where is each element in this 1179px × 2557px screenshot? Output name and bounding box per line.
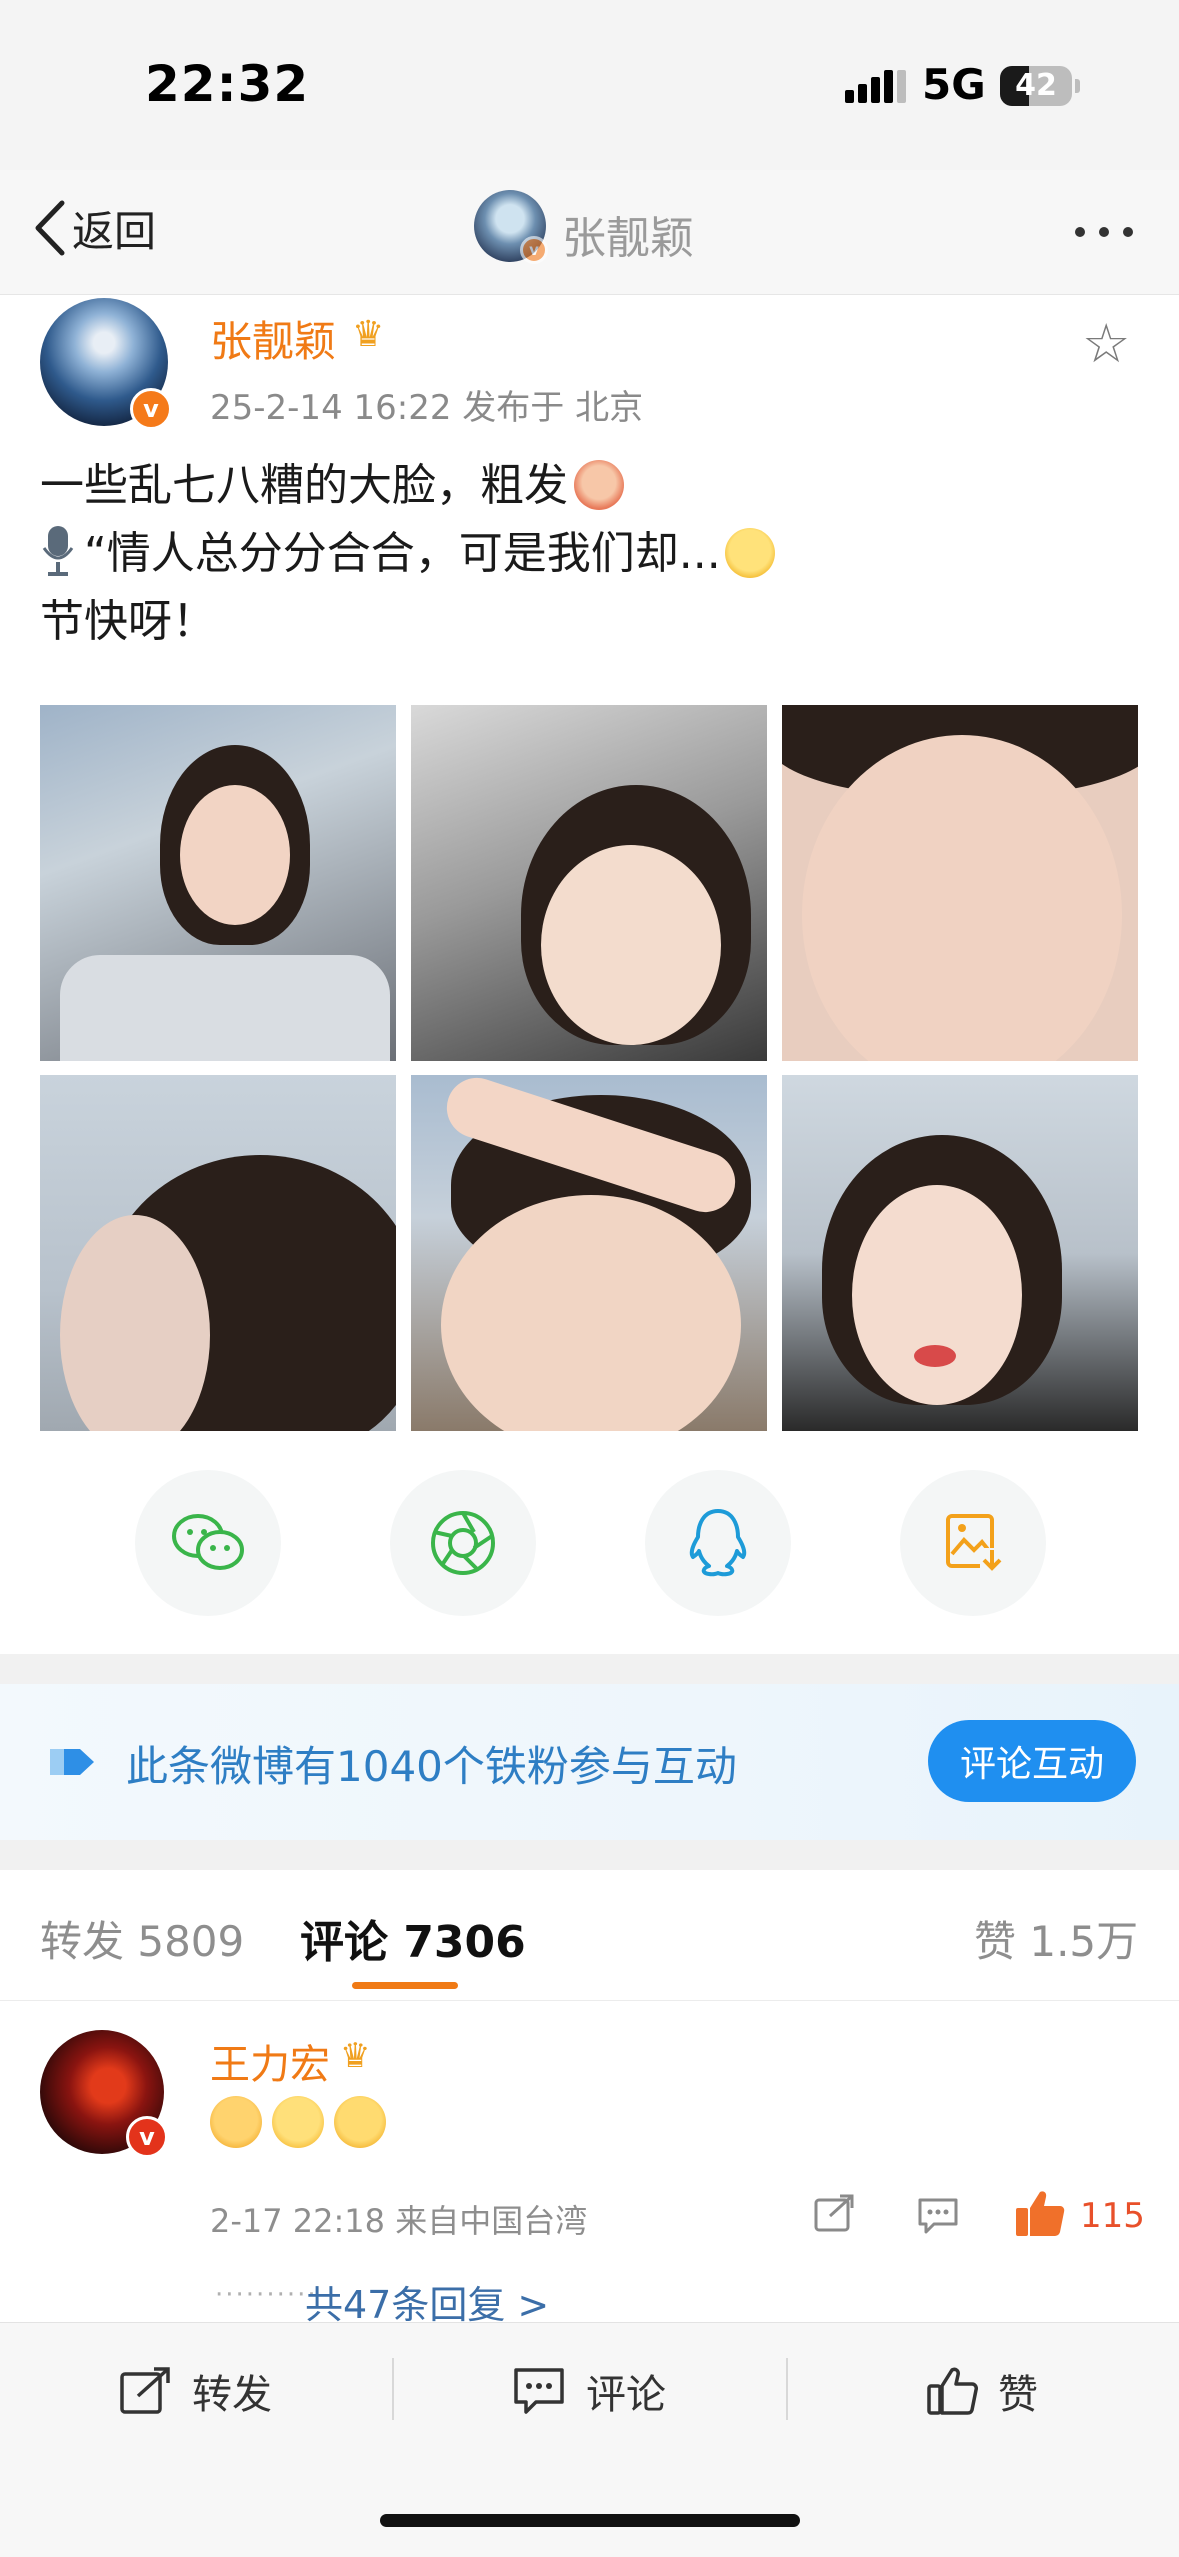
view-replies-link[interactable]: 共47条回复 > [305,2274,549,2329]
verified-badge-icon: v [520,236,548,264]
share-qq-button[interactable] [645,1470,791,1616]
network-type: 5G [922,60,986,109]
comment-interaction-button[interactable]: 评论互动 [928,1720,1136,1802]
repost-label: 转发 [192,2372,272,2418]
post-text-line: 一些乱七八糟的大脸，粗发 [40,460,568,511]
moments-icon [431,1511,495,1575]
repost-icon [120,2367,170,2414]
like-button[interactable]: 赞 [926,2356,1038,2426]
post-meta: 25-2-14 16:22 发布于 北京 [210,388,644,428]
photo-thumbnail[interactable] [782,1075,1138,1431]
play-arrow-icon [44,1745,104,1783]
chevron-left-icon [35,200,65,256]
photo-thumbnail[interactable] [411,1075,767,1431]
section-divider [0,1654,1179,1684]
commenter-name[interactable]: 王力宏 [210,2032,330,2090]
battery-tip [1075,79,1080,93]
more-icon[interactable] [1068,222,1140,241]
qq-icon [689,1509,747,1577]
comment-emojis [210,2096,386,2148]
back-label: 返回 [72,206,157,256]
home-indicator [380,2514,800,2527]
like-label: 赞 [998,2372,1038,2418]
divider [786,2358,788,2420]
photo-grid [40,705,1138,1431]
nav-avatar[interactable]: v [474,190,548,264]
nav-title[interactable]: 张靓颖 [562,202,694,266]
active-tab-indicator [352,1982,458,1989]
emoji-icon [210,2096,262,2148]
signal-icon [845,68,907,108]
banner-text: 此条微博有1040个铁粉参与互动 [126,1742,737,1791]
emoji-icon [272,2096,324,2148]
verified-badge-icon: v [130,388,172,430]
tab-like[interactable]: 赞 1.5万 [974,1908,1138,1969]
thumbs-up-icon[interactable] [1014,2188,1066,2242]
battery-icon: 42 [1000,66,1072,106]
tab-comment[interactable]: 评论 7306 [300,1906,526,1970]
emoji-icon [574,460,624,510]
share-row [0,1470,1179,1620]
photo-thumbnail[interactable] [782,705,1138,1061]
commenter-avatar[interactable]: v [40,2030,168,2158]
author-avatar[interactable]: v [40,298,172,430]
back-button[interactable]: 返回 [32,198,156,258]
comment-label: 评论 [586,2372,666,2418]
save-image-icon [946,1514,1002,1574]
tab-repost[interactable]: 转发 5809 [40,1908,244,1969]
wechat-icon [172,1514,244,1570]
repost-button[interactable]: 转发 [118,2356,272,2426]
verified-badge-icon: v [126,2116,168,2158]
comment-reply-icon[interactable] [916,2196,960,2240]
comment-meta: 2-17 22:18 来自中国台湾 [210,2202,588,2240]
crown-icon: ♛ [340,2036,371,2076]
thumbs-up-icon [927,2367,978,2415]
author-name[interactable]: 张靓颖 [210,308,336,369]
divider [392,2358,394,2420]
comment-icon [514,2368,564,2414]
comment-share-icon[interactable] [812,2194,856,2238]
section-divider [0,1840,1179,1870]
crown-icon: ♛ [352,314,385,355]
microphone-icon [40,524,76,576]
status-time: 22:32 [145,55,310,113]
comment-like-count: 115 [1080,2196,1145,2236]
photo-thumbnail[interactable] [40,705,396,1061]
share-moments-button[interactable] [390,1470,536,1616]
post-text-line: “情人总分分合合，可是我们却... [84,528,721,579]
photo-thumbnail[interactable] [411,705,767,1061]
save-image-button[interactable] [900,1470,1046,1616]
emoji-icon [334,2096,386,2148]
photo-thumbnail[interactable] [40,1075,396,1431]
post-text-line: 节快呀！ [40,596,216,647]
star-icon[interactable]: ☆ [1082,312,1130,375]
smile-emoji-icon [724,528,775,578]
post-text: 一些乱七八糟的大脸，粗发 “情人总分分合合，可是我们却... 节快呀！ [40,452,1140,656]
reply-divider: ·········· [215,2280,318,2310]
comment-button[interactable]: 评论 [512,2356,666,2426]
share-wechat-button[interactable] [135,1470,281,1616]
battery-level: 42 [1015,68,1057,103]
